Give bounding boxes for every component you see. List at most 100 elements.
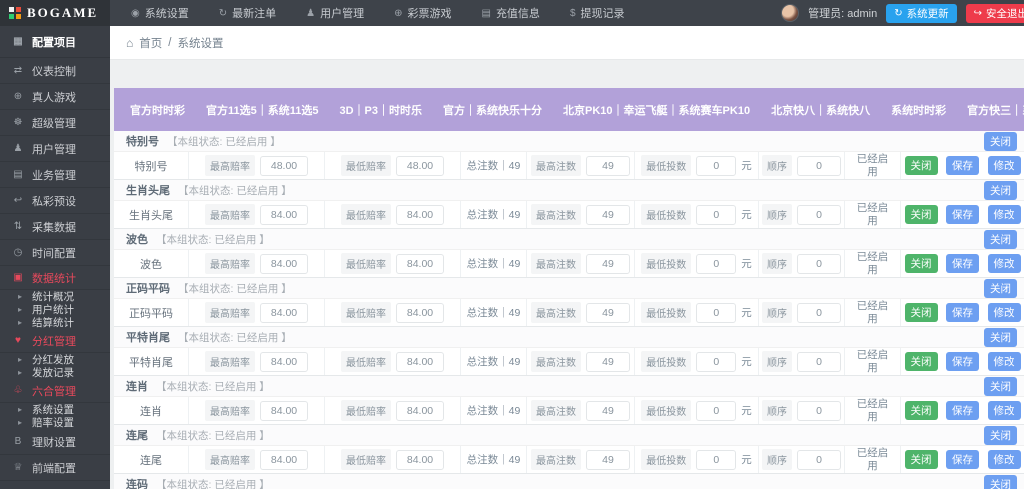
max-odds-input[interactable] [260,352,308,372]
modify-button[interactable]: 修改 [988,205,1021,224]
sidebar-item[interactable]: ↩ 私彩预设 [0,188,110,214]
sidebar-item[interactable]: ▸ 赔率设置 [0,416,110,429]
sidebar-item[interactable]: ▸ 发放记录 [0,366,110,379]
nav-item[interactable]: ↻ 最新注单 [204,0,291,26]
sidebar-item[interactable]: ⊕ 真人游戏 [0,84,110,110]
max-bets-input[interactable] [586,450,630,470]
nav-item[interactable]: ▤ 充值信息 [466,0,554,26]
close-button[interactable]: 关闭 [905,156,938,175]
max-bets-input[interactable] [586,254,630,274]
min-stake-input[interactable] [696,205,736,225]
close-button[interactable]: 关闭 [905,352,938,371]
min-odds-input[interactable] [396,156,444,176]
close-button[interactable]: 关闭 [905,205,938,224]
save-button[interactable]: 保存 [946,254,979,273]
sidebar-item[interactable]: B 理财设置 [0,429,110,455]
max-odds-input[interactable] [260,156,308,176]
order-input[interactable] [797,450,841,470]
sidebar-item[interactable]: ♕ 前端配置 [0,455,110,481]
modify-button[interactable]: 修改 [988,401,1021,420]
nav-item[interactable]: ◉ 系统设置 [116,0,204,26]
group-close-button[interactable]: 关闭 [984,181,1017,200]
max-bets-input[interactable] [586,205,630,225]
sidebar-item[interactable]: ▸ 结算统计 [0,316,110,329]
breadcrumb-home[interactable]: 首页 [139,35,162,51]
min-odds-input[interactable] [396,303,444,323]
avatar[interactable] [781,4,799,22]
order-input[interactable] [797,303,841,323]
modify-button[interactable]: 修改 [988,303,1021,322]
group-close-button[interactable]: 关闭 [984,475,1017,489]
max-odds-input[interactable] [260,303,308,323]
group-close-button[interactable]: 关闭 [984,230,1017,249]
min-odds-input[interactable] [396,401,444,421]
min-stake-input[interactable] [696,352,736,372]
save-button[interactable]: 保存 [946,303,979,322]
min-stake-input[interactable] [696,450,736,470]
lottery-tab[interactable]: 北京快八｜系统快八 [771,102,870,118]
min-odds-input[interactable] [396,450,444,470]
modify-button[interactable]: 修改 [988,156,1021,175]
system-update-button[interactable]: ↻ 系统更新 [886,4,956,23]
save-button[interactable]: 保存 [946,401,979,420]
max-odds-input[interactable] [260,205,308,225]
lottery-tab[interactable]: 官方时时彩 [130,102,185,118]
nav-item[interactable]: ⊕ 彩票游戏 [379,0,466,26]
save-button[interactable]: 保存 [946,205,979,224]
sidebar-item[interactable]: ▦ 配置项目 [0,26,110,58]
order-input[interactable] [797,205,841,225]
sidebar-item[interactable]: ▣ 数据统计 [0,266,110,290]
order-input[interactable] [797,352,841,372]
group-close-button[interactable]: 关闭 [984,377,1017,396]
min-stake-input[interactable] [696,156,736,176]
group-close-button[interactable]: 关闭 [984,328,1017,347]
order-input[interactable] [797,156,841,176]
modify-button[interactable]: 修改 [988,450,1021,469]
logout-button[interactable]: ↪ 安全退出 [966,4,1024,23]
max-odds-input[interactable] [260,254,308,274]
min-odds-input[interactable] [396,205,444,225]
min-odds-input[interactable] [396,352,444,372]
sidebar-item[interactable]: ♥ 分红管理 [0,329,110,353]
sidebar-item[interactable]: ♧ 六合管理 [0,379,110,403]
sidebar-item[interactable]: ⇄ 仪表控制 [0,58,110,84]
nav-item[interactable]: ♟ 用户管理 [291,0,379,26]
lottery-tab[interactable]: 官方11选5｜系统11选5 [206,102,319,118]
save-button[interactable]: 保存 [946,156,979,175]
lottery-tab[interactable]: 系统时时彩 [891,102,946,118]
save-button[interactable]: 保存 [946,450,979,469]
lottery-tab[interactable]: 官方｜系统快乐十分 [443,102,542,118]
lottery-tab[interactable]: 官方快三｜系统快三 [967,102,1024,118]
max-bets-input[interactable] [586,401,630,421]
modify-button[interactable]: 修改 [988,352,1021,371]
close-button[interactable]: 关闭 [905,401,938,420]
max-odds-input[interactable] [260,401,308,421]
close-button[interactable]: 关闭 [905,303,938,322]
group-close-button[interactable]: 关闭 [984,426,1017,445]
lottery-tab[interactable]: 3D｜P3｜时时乐 [340,102,423,118]
save-button[interactable]: 保存 [946,352,979,371]
max-bets-input[interactable] [586,156,630,176]
sidebar-item[interactable]: ◷ 时间配置 [0,240,110,266]
min-odds-input[interactable] [396,254,444,274]
brand-logo[interactable]: BOGAME [0,0,110,26]
sidebar-item[interactable]: ♟ 用户管理 [0,136,110,162]
max-bets-input[interactable] [586,303,630,323]
order-input[interactable] [797,254,841,274]
max-bets-input[interactable] [586,352,630,372]
sidebar-item[interactable]: ▤ 业务管理 [0,162,110,188]
close-button[interactable]: 关闭 [905,254,938,273]
group-close-button[interactable]: 关闭 [984,132,1017,151]
min-stake-input[interactable] [696,303,736,323]
sidebar-item[interactable]: ⇅ 采集数据 [0,214,110,240]
min-stake-input[interactable] [696,254,736,274]
sidebar-item[interactable]: ☸ 超级管理 [0,110,110,136]
nav-item[interactable]: $ 提现记录 [555,0,640,26]
group-close-button[interactable]: 关闭 [984,279,1017,298]
close-button[interactable]: 关闭 [905,450,938,469]
min-stake-input[interactable] [696,401,736,421]
order-input[interactable] [797,401,841,421]
lottery-tab[interactable]: 北京PK10｜幸运飞艇｜系统赛车PK10 [563,102,750,118]
max-odds-input[interactable] [260,450,308,470]
modify-button[interactable]: 修改 [988,254,1021,273]
